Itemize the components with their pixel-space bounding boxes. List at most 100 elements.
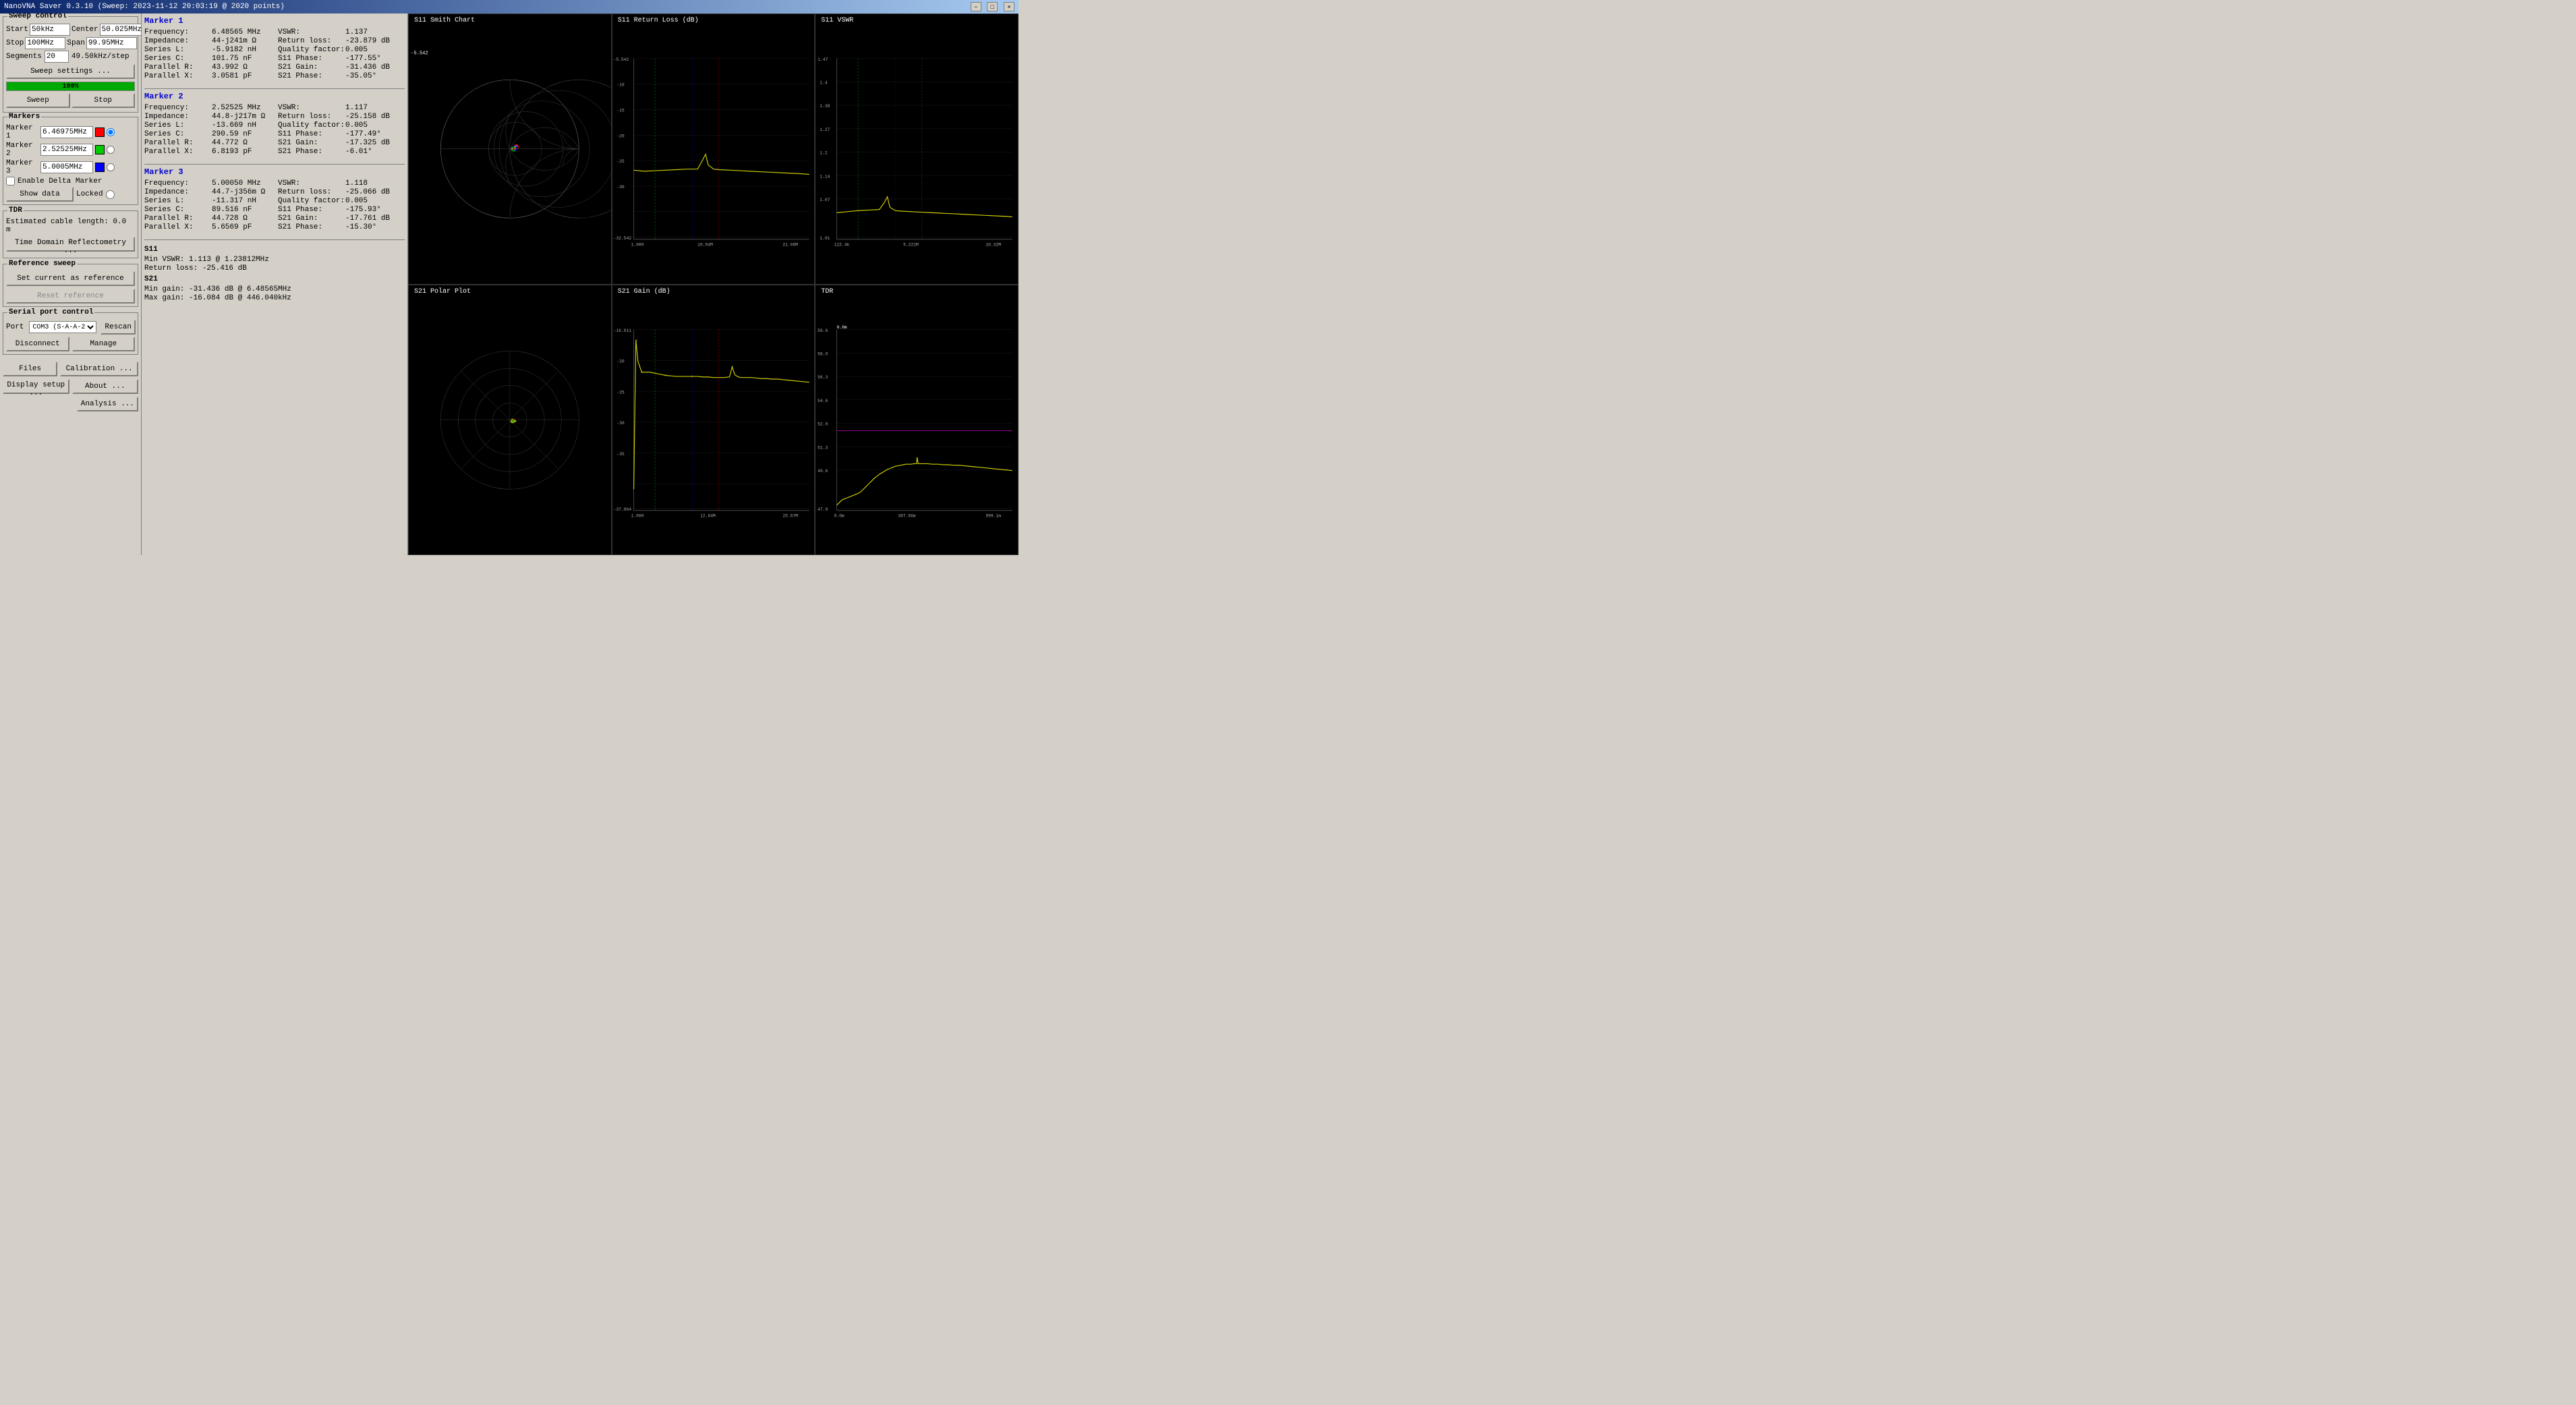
- maximize-button[interactable]: □: [987, 2, 998, 11]
- close-button[interactable]: ×: [1004, 2, 1014, 11]
- marker2-color-box: [95, 145, 105, 154]
- svg-text:1.27: 1.27: [820, 127, 830, 132]
- marker1-data-section: Marker 1 Frequency: 6.48565 MHz Impedanc…: [144, 16, 405, 80]
- show-data-button[interactable]: Show data: [6, 187, 74, 202]
- m3-s11p-label: S11 Phase:: [278, 206, 345, 214]
- stop-input[interactable]: [25, 37, 65, 49]
- m3-qf-val: 0.005: [345, 197, 405, 205]
- m2-freq-label: Frequency:: [144, 104, 212, 112]
- sweep-settings-button[interactable]: Sweep settings ...: [6, 64, 135, 79]
- m2-qf-val: 0.005: [345, 121, 405, 130]
- s11-title: S11: [144, 246, 405, 254]
- m3-vswr-val: 1.118: [345, 179, 405, 188]
- m2-vswr-label: VSWR:: [278, 104, 345, 112]
- svg-text:1.4: 1.4: [820, 81, 828, 86]
- marker2-input[interactable]: [40, 144, 93, 156]
- marker2-row: Marker 2: [6, 142, 135, 158]
- sweep-button[interactable]: Sweep: [6, 93, 70, 108]
- svg-text:-15: -15: [617, 109, 625, 113]
- smith-chart-svg: -5.542: [409, 14, 611, 284]
- title-text: NanoVNA Saver 0.3.10 (Sweep: 2023-11-12 …: [4, 3, 285, 11]
- m2-pr-label: Parallel R:: [144, 139, 212, 147]
- marker1-right: VSWR: 1.137 Return loss: -23.879 dB Qual…: [278, 28, 405, 80]
- serial-port-group: Serial port control Port COM3 (S-A-A-2) …: [3, 312, 138, 355]
- marker1-input[interactable]: [40, 126, 93, 138]
- svg-text:-10: -10: [617, 83, 625, 88]
- set-reference-button[interactable]: Set current as reference: [6, 271, 135, 286]
- svg-text:-25: -25: [617, 159, 625, 164]
- svg-text:-35: -35: [617, 451, 625, 456]
- s11-return-loss: Return loss: -25.416 dB: [144, 264, 405, 273]
- port-select[interactable]: COM3 (S-A-A-2): [29, 321, 96, 333]
- svg-text:52.9: 52.9: [818, 422, 828, 426]
- m3-imp-val: 44.7-j356m Ω: [212, 188, 271, 196]
- m1-imp-label: Impedance:: [144, 37, 212, 45]
- display-setup-button[interactable]: Display setup ...: [3, 379, 69, 394]
- svg-text:-32.542: -32.542: [613, 236, 631, 241]
- s21-min-gain-val: -31.436 dB @ 6.48565MHz: [189, 285, 291, 293]
- minimize-button[interactable]: −: [971, 2, 981, 11]
- markers-group: Markers Marker 1 Marker 2 Marker 3: [3, 117, 138, 205]
- svg-text:59.6: 59.6: [818, 328, 828, 333]
- manage-button[interactable]: Manage: [72, 337, 136, 351]
- svg-text:54.6: 54.6: [818, 398, 828, 403]
- stop-button[interactable]: Stop: [71, 93, 136, 108]
- marker2-radio[interactable]: [107, 146, 115, 154]
- marker1-radio[interactable]: [107, 128, 115, 136]
- reference-sweep-group: Reference sweep Set current as reference…: [3, 264, 138, 307]
- tdr-chart: TDR 59.6 58.0 56.3 54.6 52.9: [815, 285, 1019, 556]
- m2-s21g-label: S21 Gain:: [278, 139, 345, 147]
- tdr-svg: 59.6 58.0 56.3 54.6 52.9 51.3 49.6 47.9 …: [815, 285, 1018, 555]
- marker2-right: VSWR: 1.117 Return loss: -25.158 dB Qual…: [278, 104, 405, 156]
- center-input[interactable]: [100, 24, 142, 36]
- start-label: Start: [6, 26, 28, 34]
- analysis-button[interactable]: Analysis ...: [77, 397, 138, 411]
- m2-s21p-val: -6.01°: [345, 148, 405, 156]
- marker1-row: Marker 1: [6, 124, 135, 140]
- files-button[interactable]: Files: [3, 362, 57, 376]
- marker3-input[interactable]: [40, 161, 93, 173]
- svg-text:10.54M: 10.54M: [697, 242, 713, 247]
- m2-imp-label: Impedance:: [144, 113, 212, 121]
- disconnect-button[interactable]: Disconnect: [6, 337, 69, 351]
- sweep-control-title: Sweep control: [7, 13, 68, 20]
- svg-text:122.4k: 122.4k: [834, 242, 850, 247]
- rescan-button[interactable]: Rescan: [101, 320, 136, 335]
- svg-text:25.67M: 25.67M: [782, 513, 798, 518]
- m1-px-val: 3.0581 pF: [212, 72, 271, 80]
- start-input[interactable]: [30, 24, 70, 36]
- tdr-group: TDR Estimated cable length: 0.0 m Time D…: [3, 210, 138, 258]
- m1-px-label: Parallel X:: [144, 72, 212, 80]
- calibration-button[interactable]: Calibration ...: [60, 362, 138, 376]
- m2-freq-val: 2.52525 MHz: [212, 104, 271, 112]
- m1-s21p-label: S21 Phase:: [278, 72, 345, 80]
- m3-sl-val: -11.317 nH: [212, 197, 271, 205]
- start-row: Start Center: [6, 24, 135, 36]
- m3-s21g-val: -17.761 dB: [345, 214, 405, 223]
- reset-reference-button[interactable]: Reset reference: [6, 289, 135, 304]
- marker3-radio[interactable]: [107, 163, 115, 171]
- segments-input[interactable]: [45, 51, 69, 63]
- locked-radio[interactable]: [106, 190, 115, 199]
- stop-label: Stop: [6, 39, 24, 47]
- svg-text:387.66m: 387.66m: [898, 513, 917, 518]
- m3-imp-label: Impedance:: [144, 188, 212, 196]
- return-loss-svg: -5.542 -10 -15 -20 -25 -30 -32.542 1.000…: [612, 14, 815, 284]
- m1-qf-val: 0.005: [345, 46, 405, 54]
- marker3-right: VSWR: 1.118 Return loss: -25.066 dB Qual…: [278, 179, 405, 231]
- delta-marker-checkbox[interactable]: [6, 177, 15, 185]
- m2-rl-label: Return loss:: [278, 113, 345, 121]
- span-input[interactable]: [86, 37, 137, 49]
- m2-px-label: Parallel X:: [144, 148, 212, 156]
- tdr-button[interactable]: Time Domain Reflectometry ...: [6, 237, 135, 252]
- m2-sl-label: Series L:: [144, 121, 212, 130]
- m1-pr-label: Parallel R:: [144, 63, 212, 71]
- m3-s21p-val: -15.30°: [345, 223, 405, 231]
- m1-s11p-label: S11 Phase:: [278, 55, 345, 63]
- marker2-data-title: Marker 2: [144, 92, 405, 101]
- show-data-row: Show data Locked: [6, 187, 135, 202]
- about-button[interactable]: About ...: [72, 379, 139, 394]
- sweep-control-group: Sweep control Start Center Stop Span Seg…: [3, 16, 138, 113]
- m2-rl-val: -25.158 dB: [345, 113, 405, 121]
- svg-text:56.3: 56.3: [818, 375, 828, 380]
